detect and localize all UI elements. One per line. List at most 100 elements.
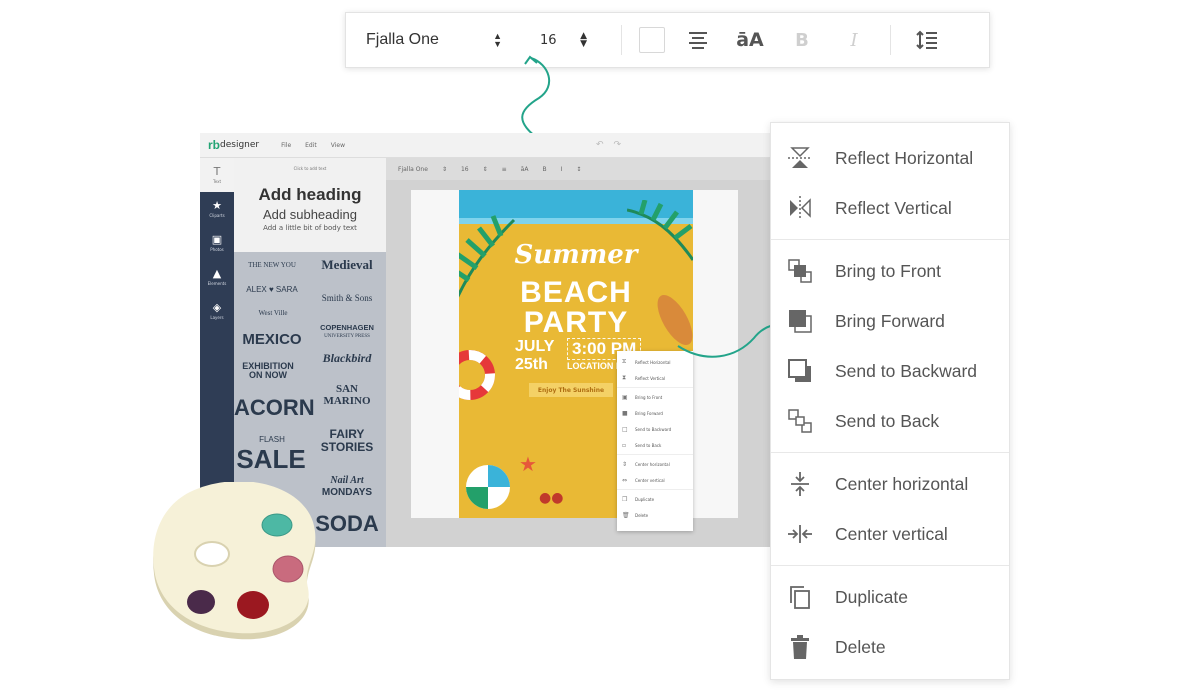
toolbar-divider (890, 25, 891, 55)
menu-label: Center horizontal (835, 473, 969, 494)
italic-icon[interactable]: I (561, 166, 563, 173)
shapes-icon: ▲ (212, 267, 222, 280)
menu-delete[interactable]: Delete (771, 622, 1009, 672)
menu-divider (771, 239, 1009, 240)
send-to-back-icon (788, 409, 812, 433)
undo-redo-icons[interactable]: ↶↷ (596, 140, 631, 150)
mini-menu-item[interactable]: ■ Bring Forward (617, 405, 693, 421)
mini-menu-item[interactable]: □ Send to Backward (617, 421, 693, 437)
text-toolbar: Fjalla One ▲ ▼ 16 ▲ ▼ āA B I (345, 12, 990, 68)
mini-menu-item[interactable]: ▣ Bring to Front (617, 389, 693, 405)
text-template[interactable]: MONDAYS (314, 487, 380, 499)
italic-button[interactable]: I (828, 13, 880, 67)
text-template[interactable]: Blackbird (314, 352, 380, 365)
rail-item-text[interactable]: T Text (200, 158, 234, 192)
canvas-mini-toolbar: Fjalla One ⇕ 16 ⇕ ≡ āA B I ↕ (386, 158, 772, 180)
text-template[interactable]: Smith & Sons (314, 293, 380, 303)
text-color-button[interactable] (632, 13, 672, 67)
menu-label: Reflect Horizontal (835, 147, 974, 168)
updown-arrows-icon: ⇕ (482, 165, 488, 173)
poster-day: 25th (515, 356, 548, 373)
text-template[interactable]: UNIVERSITY PRESS (314, 334, 380, 339)
text-template[interactable]: EXHIBITION ON NOW (236, 361, 300, 381)
reflect-vertical-icon (790, 196, 811, 220)
text-template[interactable]: SAN MARINO (312, 383, 382, 407)
align-center-icon (689, 32, 707, 49)
star-icon: ★ (212, 199, 222, 212)
mini-font-select[interactable]: Fjalla One (398, 166, 428, 173)
paint-palette-illustration (153, 482, 316, 640)
text-template[interactable]: COPENHAGEN (314, 324, 380, 332)
mini-menu-item[interactable]: 🗑 Delete (617, 507, 693, 523)
text-template[interactable]: Medieval (314, 258, 380, 272)
trash-icon (791, 635, 809, 659)
add-subheading-button[interactable]: Add subheading (234, 207, 386, 222)
updown-arrows-icon: ⇕ (441, 165, 447, 173)
menu-bring-to-front[interactable]: Bring to Front (771, 246, 1009, 296)
color-swatch (639, 27, 665, 53)
life-ring (459, 350, 495, 400)
mini-menu-item[interactable]: ⇔ Center vertical (617, 472, 693, 488)
poster-title-summer[interactable]: Summer (459, 240, 693, 270)
menu-label: Center vertical (835, 523, 948, 544)
poster-month: JULY (515, 338, 555, 355)
menu-reflect-horizontal[interactable]: Reflect Horizontal (771, 133, 1009, 183)
menu-edit[interactable]: Edit (305, 142, 317, 149)
menu-center-vertical[interactable]: Center vertical (771, 509, 1009, 559)
object-context-menu: Reflect Horizontal Reflect Vertical Brin… (770, 122, 1010, 680)
menu-duplicate[interactable]: Duplicate (771, 572, 1009, 622)
rail-item-cliparts[interactable]: ★ Cliparts (200, 192, 234, 226)
italic-label: I (850, 29, 858, 51)
menu-center-horizontal[interactable]: Center horizontal (771, 459, 1009, 509)
menu-reflect-vertical[interactable]: Reflect Vertical (771, 183, 1009, 233)
surfboard (657, 295, 693, 345)
menu-view[interactable]: View (331, 142, 345, 149)
mini-size-select[interactable]: 16 (461, 166, 469, 173)
rail-item-layers[interactable]: ◈ Layers (200, 294, 234, 328)
mini-menu-item[interactable]: ❐ Duplicate (617, 491, 693, 507)
align-center-icon[interactable]: ≡ (502, 166, 507, 173)
align-button[interactable] (672, 13, 724, 67)
mini-menu-item[interactable]: ⧖ Reflect Horizontal (617, 354, 693, 370)
poster-button[interactable]: Enjoy The Sunshine (529, 383, 613, 397)
text-template[interactable]: ALEX ♥ SARA (238, 285, 306, 294)
starfish-icon: ★ (519, 452, 537, 476)
text-template[interactable]: FAIRY STORIES (314, 428, 380, 453)
rail-item-elements[interactable]: ▲ Elements (200, 260, 234, 294)
text-template[interactable]: SODA (314, 512, 380, 535)
menu-file[interactable]: File (281, 142, 291, 149)
updown-arrows-icon: ▲ ▼ (493, 31, 502, 49)
menu-label: Bring to Front (835, 260, 942, 281)
panel-hint: Click to add text (293, 166, 327, 171)
text-template[interactable]: ACORN (234, 396, 315, 419)
text-template[interactable]: THE NEW YOU (242, 261, 302, 269)
mini-menu-divider (617, 387, 693, 388)
menu-send-to-backward[interactable]: Send to Backward (771, 346, 1009, 396)
bold-icon[interactable]: B (542, 166, 546, 173)
line-height-button[interactable] (901, 13, 953, 67)
add-body-text-button[interactable]: Add a little bit of body text (234, 224, 386, 232)
text-case-button[interactable]: āA (724, 13, 776, 67)
font-family-select[interactable]: Fjalla One ▲ ▼ (346, 13, 516, 67)
mini-menu-item[interactable]: ⧗ Reflect Vertical (617, 370, 693, 386)
app-header: rb designer File Edit View ↶↷ (200, 133, 772, 158)
add-heading-button[interactable]: Add heading (234, 185, 386, 205)
menu-bring-forward[interactable]: Bring Forward (771, 296, 1009, 346)
layers-icon: ◈ (212, 301, 222, 314)
mini-menu-item[interactable]: ⇕ Center horizontal (617, 456, 693, 472)
logo-text: designer (220, 140, 260, 150)
image-icon: ▣ (211, 233, 223, 246)
menu-label: Duplicate (835, 586, 908, 607)
line-height-icon[interactable]: ↕ (576, 166, 581, 173)
font-size-select[interactable]: 16 ▲ ▼ (516, 13, 611, 67)
text-template[interactable]: Nail Art (314, 475, 380, 487)
mini-menu-item[interactable]: ▫ Send to Back (617, 437, 693, 453)
text-template[interactable]: SALE (236, 445, 306, 473)
bold-button[interactable]: B (776, 13, 828, 67)
text-template[interactable]: West Ville (240, 309, 306, 317)
text-template[interactable]: MEXICO (236, 332, 308, 348)
poster-date[interactable]: JULY 25th (515, 338, 554, 374)
rail-item-photos[interactable]: ▣ Photos (200, 226, 234, 260)
text-case-icon[interactable]: āA (521, 166, 529, 173)
menu-send-to-back[interactable]: Send to Back (771, 396, 1009, 446)
